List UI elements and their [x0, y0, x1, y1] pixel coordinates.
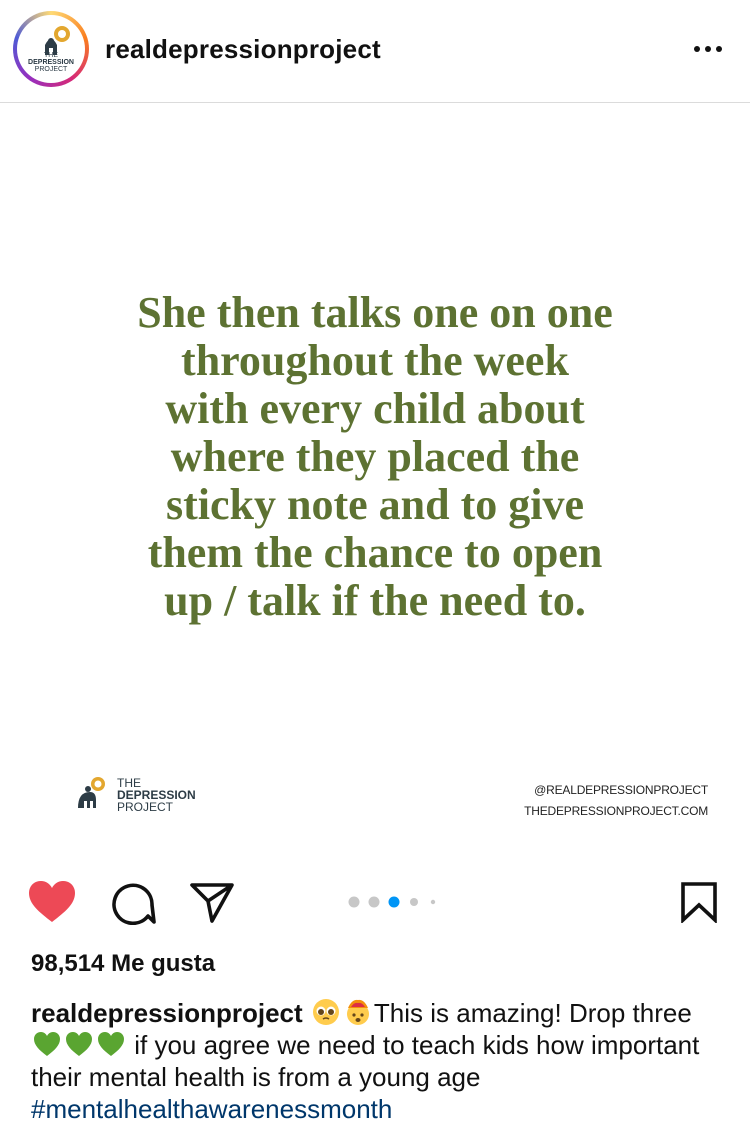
caption-username[interactable]: realdepressionproject: [31, 998, 303, 1028]
exploding-head-emoji-icon: [346, 999, 369, 1025]
caption-hashtag[interactable]: #mentalhealthawarenessmonth: [31, 1094, 392, 1124]
header-username[interactable]: realdepressionproject: [105, 34, 381, 65]
green-heart-emoji-icon: [98, 1032, 124, 1056]
caption-text-2: if you agree we need to teach kids how i…: [31, 1030, 700, 1092]
quote-line: She then talks one on one: [137, 288, 613, 337]
caption: realdepressionproject This is amazing! D…: [31, 997, 721, 1125]
quote-line: throughout the week: [181, 336, 569, 385]
brand-handle: @REALDEPRESSIONPROJECT: [534, 783, 708, 797]
quote-line: with every child about: [165, 384, 585, 433]
pleading-face-emoji-icon: [312, 999, 339, 1025]
likes-count[interactable]: 98,514 Me gusta: [31, 950, 215, 978]
quote-line: where they placed the: [170, 432, 580, 481]
green-heart-emoji-icon: [66, 1032, 92, 1056]
brand-logo-text: THE DEPRESSION PROJECT: [117, 777, 196, 813]
avatar-text-line-3: PROJECT: [34, 66, 68, 73]
brand-website: THEDEPRESSIONPROJECT.COM: [524, 804, 708, 818]
quote-text: She then talks one on one throughout the…: [60, 289, 690, 625]
profile-avatar[interactable]: THE DEPRESSION PROJECT: [13, 11, 89, 87]
carousel-dot: [368, 896, 380, 908]
like-heart-icon[interactable]: [27, 879, 77, 925]
action-bar: [0, 861, 750, 941]
avatar-inner: THE DEPRESSION PROJECT: [17, 15, 85, 83]
avatar-text-line-1: THE: [44, 52, 58, 59]
carousel-dot-active: [388, 896, 400, 908]
bookmark-icon[interactable]: [680, 881, 718, 923]
quote-line: sticky note and to give: [166, 480, 584, 529]
brand-line-3: PROJECT: [117, 800, 174, 814]
quote-line: them the chance to open: [147, 528, 603, 577]
carousel-dot: [430, 899, 436, 905]
green-heart-emoji-icon: [34, 1032, 60, 1056]
caption-text-1: This is amazing! Drop three: [373, 998, 692, 1028]
depression-project-logo-icon: [78, 777, 105, 808]
post-header: THE DEPRESSION PROJECT realdepressionpro…: [0, 0, 750, 103]
carousel-dot: [348, 896, 360, 908]
brand-logo: THE DEPRESSION PROJECT: [74, 772, 234, 817]
avatar-text-line-2: DEPRESSION: [28, 59, 74, 66]
comment-icon[interactable]: [108, 881, 156, 925]
carousel-indicator: [348, 896, 436, 908]
post-image[interactable]: She then talks one on one throughout the…: [0, 104, 750, 861]
quote-line: up / talk if the need to.: [164, 576, 586, 625]
more-options-icon[interactable]: [688, 35, 728, 63]
carousel-dot: [410, 898, 418, 906]
brand-contact: @REALDEPRESSIONPROJECT THEDEPRESSIONPROJ…: [480, 780, 708, 822]
share-icon[interactable]: [188, 881, 236, 925]
